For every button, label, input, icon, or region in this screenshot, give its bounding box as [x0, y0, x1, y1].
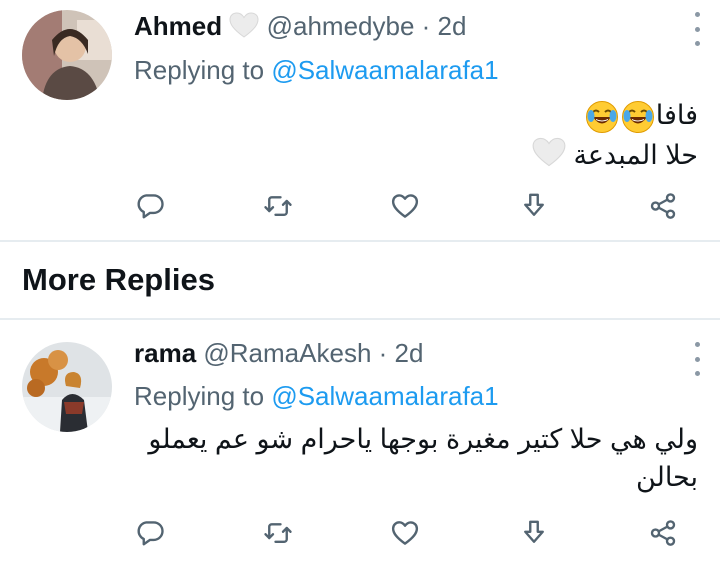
- heart-icon[interactable]: [385, 513, 425, 553]
- share-icon[interactable]: [643, 513, 683, 553]
- display-name[interactable]: rama: [134, 338, 196, 368]
- white-heart-emoji: [532, 137, 566, 177]
- tweet-line: حلا المبدعة: [532, 136, 698, 177]
- mention-link[interactable]: @Salwaamalarafa1: [271, 381, 498, 411]
- replying-to: Replying to @Salwaamalarafa1: [134, 380, 499, 412]
- tweet-ahmed[interactable]: Ahmed @ahmedybe · 2d Replying to @Salwaa…: [0, 0, 720, 240]
- replying-prefix: Replying to: [134, 55, 265, 85]
- tweet-actions: [0, 513, 720, 553]
- avatar[interactable]: [22, 10, 112, 100]
- tweet-header: rama @RamaAkesh · 2d: [134, 337, 423, 369]
- face-with-tears-of-joy-emoji: [585, 100, 619, 134]
- reply-icon[interactable]: [130, 186, 170, 226]
- tweet-text: حلا المبدعة: [573, 140, 698, 170]
- download-icon[interactable]: [514, 513, 554, 553]
- avatar-image: [22, 342, 112, 432]
- tweet-rama[interactable]: rama @RamaAkesh · 2d Replying to @Salwaa…: [0, 320, 720, 562]
- tweet-line: بحالن: [636, 462, 698, 492]
- user-handle[interactable]: @RamaAkesh: [203, 338, 371, 368]
- face-with-tears-of-joy-emoji: [621, 100, 655, 134]
- replying-prefix: Replying to: [134, 381, 265, 411]
- more-vertical-icon[interactable]: [692, 12, 702, 46]
- replying-to: Replying to @Salwaamalarafa1: [134, 54, 499, 86]
- display-name[interactable]: Ahmed: [134, 11, 222, 41]
- avatar-image: [22, 10, 112, 100]
- timestamp[interactable]: 2d: [395, 338, 424, 368]
- timestamp[interactable]: 2d: [438, 11, 467, 41]
- more-vertical-icon[interactable]: [692, 342, 702, 376]
- download-icon[interactable]: [514, 186, 554, 226]
- retweet-icon[interactable]: [258, 186, 298, 226]
- mention-link[interactable]: @Salwaamalarafa1: [271, 55, 498, 85]
- separator-dot: ·: [378, 338, 388, 368]
- heart-icon[interactable]: [385, 186, 425, 226]
- tweet-text: فافا: [655, 100, 698, 130]
- divider: [0, 240, 720, 242]
- tweet-actions: [0, 186, 720, 226]
- user-handle[interactable]: @ahmedybe: [267, 11, 415, 41]
- section-title: More Replies: [22, 262, 215, 297]
- tweet-line: ولي هي حلا كتير مغيرة بوجها ياحرام شو عم…: [148, 424, 698, 454]
- avatar[interactable]: [22, 342, 112, 432]
- tweet-header: Ahmed @ahmedybe · 2d: [134, 10, 466, 45]
- tweet-line: فافا: [532, 96, 698, 134]
- reply-icon[interactable]: [130, 513, 170, 553]
- share-icon[interactable]: [643, 186, 683, 226]
- tweet-body: فافا حلا المبدعة: [532, 96, 698, 177]
- tweet-body: ولي هي حلا كتير مغيرة بوجها ياحرام شو عم…: [138, 420, 698, 496]
- separator-dot: ·: [421, 11, 431, 41]
- retweet-icon[interactable]: [258, 513, 298, 553]
- white-heart-emoji: [229, 12, 259, 45]
